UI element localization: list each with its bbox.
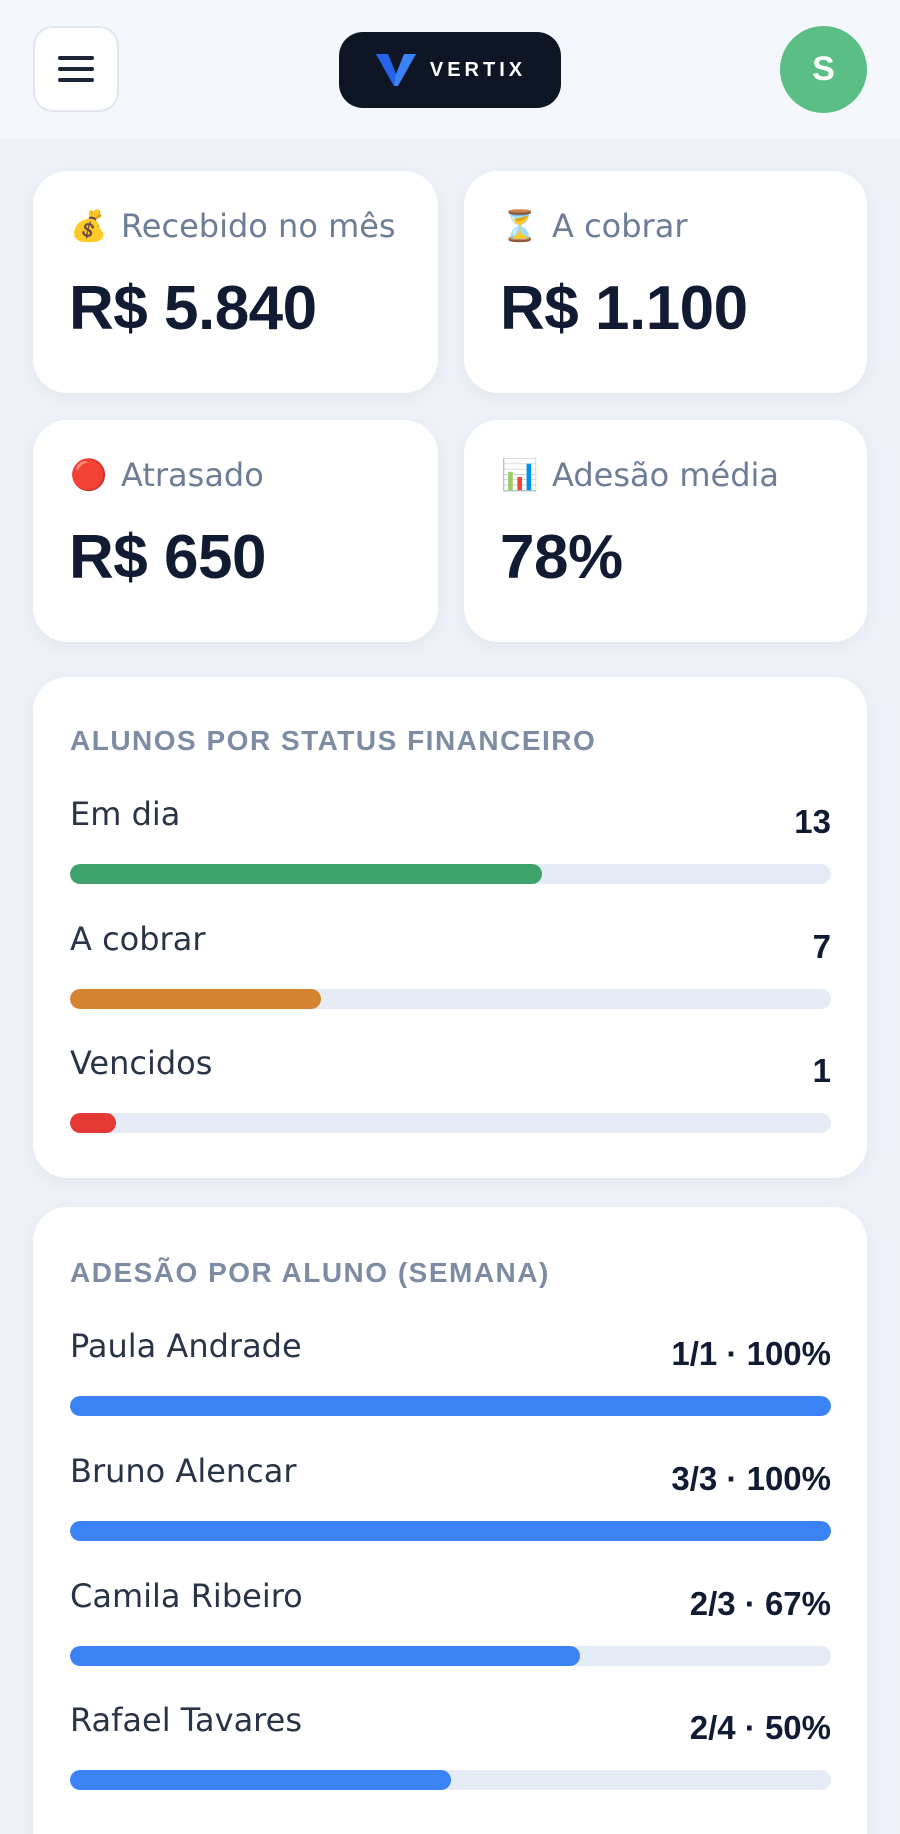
bar-chart-icon: 📊 xyxy=(501,457,539,493)
menu-button[interactable] xyxy=(33,26,119,112)
row-value: 13 xyxy=(794,803,831,840)
progress-track xyxy=(70,989,831,1009)
stat-card-overdue: 🔴 Atrasado R$ 650 xyxy=(33,420,438,642)
row-label: Em dia xyxy=(70,795,181,833)
hourglass-icon: ⏳ xyxy=(501,208,539,244)
stat-card-received: 💰 Recebido no mês R$ 5.840 xyxy=(33,171,438,393)
stat-label: Adesão média xyxy=(552,456,780,494)
student-name: Rafael Tavares xyxy=(70,1701,302,1739)
section-title: ADESÃO POR ALUNO (SEMANA) xyxy=(70,1257,550,1288)
stat-card-avg-adherence: 📊 Adesão média 78% xyxy=(464,420,867,642)
progress-track xyxy=(70,1113,831,1133)
stat-value: R$ 1.100 xyxy=(500,274,748,343)
progress-fill xyxy=(70,864,542,884)
adherence-card: ADESÃO POR ALUNO (SEMANA) Paula Andrade … xyxy=(33,1207,867,1834)
row-value: 7 xyxy=(812,928,831,965)
stat-label: Recebido no mês xyxy=(121,207,396,245)
red-circle-icon: 🔴 xyxy=(70,457,108,493)
stat-card-to-collect: ⏳ A cobrar R$ 1.100 xyxy=(464,171,867,393)
adherence-row[interactable]: Camila Ribeiro 2/3 · 67% xyxy=(70,1577,831,1687)
progress-track xyxy=(70,1396,831,1416)
progress-fill xyxy=(70,989,322,1009)
student-name: Camila Ribeiro xyxy=(70,1577,303,1615)
stat-value: R$ 650 xyxy=(69,523,266,592)
progress-fill xyxy=(70,1770,451,1790)
financial-status-card: ALUNOS POR STATUS FINANCEIRO Em dia 13 A… xyxy=(33,677,867,1178)
adherence-value: 2/3 · 67% xyxy=(689,1585,831,1622)
status-row-a-cobrar: A cobrar 7 xyxy=(70,920,831,1030)
top-header: VERTIX S xyxy=(0,0,900,139)
adherence-value: 1/1 · 100% xyxy=(671,1335,831,1372)
stat-label: A cobrar xyxy=(552,207,688,245)
adherence-row[interactable]: Rafael Tavares 2/4 · 50% xyxy=(70,1701,831,1811)
progress-fill xyxy=(70,1396,831,1416)
progress-track xyxy=(70,1646,831,1666)
student-name: Bruno Alencar xyxy=(70,1452,297,1490)
status-row-vencidos: Vencidos 1 xyxy=(70,1044,831,1154)
section-title: ALUNOS POR STATUS FINANCEIRO xyxy=(70,725,597,756)
status-row-em-dia: Em dia 13 xyxy=(70,795,831,905)
row-label: Vencidos xyxy=(70,1044,213,1082)
hamburger-menu-icon xyxy=(58,56,94,82)
vertix-v-logo-icon xyxy=(375,54,416,86)
progress-fill xyxy=(70,1646,580,1666)
row-value: 1 xyxy=(812,1052,831,1089)
student-name: Paula Andrade xyxy=(70,1327,302,1365)
progress-track xyxy=(70,1521,831,1541)
money-bag-icon: 💰 xyxy=(70,208,108,244)
stat-value: R$ 5.840 xyxy=(69,274,317,343)
stat-label: Atrasado xyxy=(121,456,264,494)
progress-track xyxy=(70,864,831,884)
logo-text: VERTIX xyxy=(429,58,527,81)
adherence-value: 3/3 · 100% xyxy=(671,1460,831,1497)
adherence-row[interactable]: Bruno Alencar 3/3 · 100% xyxy=(70,1452,831,1562)
row-label: A cobrar xyxy=(70,920,206,958)
progress-track xyxy=(70,1770,831,1790)
brand-logo[interactable]: VERTIX xyxy=(339,32,561,108)
stat-value: 78% xyxy=(500,523,623,592)
user-avatar[interactable]: S xyxy=(780,26,867,113)
progress-fill xyxy=(70,1521,831,1541)
progress-fill xyxy=(70,1113,116,1133)
adherence-row[interactable]: Paula Andrade 1/1 · 100% xyxy=(70,1327,831,1437)
adherence-value: 2/4 · 50% xyxy=(689,1709,831,1746)
